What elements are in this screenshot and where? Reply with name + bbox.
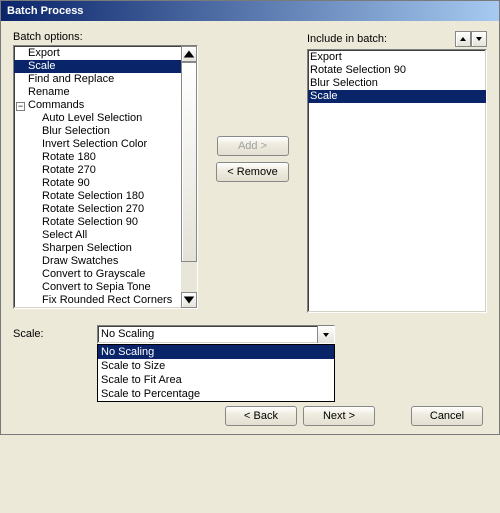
tree-item[interactable]: Rotate 90 xyxy=(14,177,181,190)
tree-item-label: Rotate Selection 180 xyxy=(42,190,144,202)
tree-item[interactable]: Rotate Selection 270 xyxy=(14,203,181,216)
tree-item-label: Rotate Selection 90 xyxy=(42,216,138,228)
add-button[interactable]: Add > xyxy=(217,136,289,156)
tree-item[interactable]: Sharpen Selection xyxy=(14,242,181,255)
tree-item-label: Draw Swatches xyxy=(42,255,118,267)
list-item[interactable]: Rotate Selection 90 xyxy=(308,64,486,77)
batch-options-scrollbar[interactable] xyxy=(181,46,197,308)
tree-item-label: Blur Selection xyxy=(42,125,110,137)
list-item[interactable]: Blur Selection xyxy=(308,77,486,90)
tree-item-label: Set ALT Text xyxy=(42,307,103,308)
scroll-up-button[interactable] xyxy=(181,46,197,62)
scale-combo[interactable]: No Scaling xyxy=(97,325,335,344)
tree-item-label: Fix Rounded Rect Corners xyxy=(42,294,172,306)
tree-item-label: Commands xyxy=(28,99,84,111)
tree-item[interactable]: Rotate 270 xyxy=(14,164,181,177)
tree-item-label: Rotate 90 xyxy=(42,177,90,189)
remove-button[interactable]: < Remove xyxy=(216,162,288,182)
batch-options-list[interactable]: ExportScaleFind and ReplaceRename−Comman… xyxy=(13,45,198,309)
cancel-button[interactable]: Cancel xyxy=(411,406,483,426)
tree-item-label: Rotate 180 xyxy=(42,151,96,163)
tree-item[interactable]: Auto Level Selection xyxy=(14,112,181,125)
tree-item-label: Invert Selection Color xyxy=(42,138,147,150)
scale-combo-dropdown[interactable]: No ScalingScale to SizeScale to Fit Area… xyxy=(97,344,335,402)
move-down-button[interactable] xyxy=(471,31,487,47)
tree-item[interactable]: Find and Replace xyxy=(14,73,181,86)
list-item[interactable]: Scale xyxy=(308,90,486,103)
tree-item[interactable]: Export xyxy=(14,47,181,60)
tree-item-label: Export xyxy=(28,47,60,59)
combo-option[interactable]: Scale to Fit Area xyxy=(98,373,334,387)
move-up-button[interactable] xyxy=(455,31,471,47)
combo-option[interactable]: Scale to Percentage xyxy=(98,387,334,401)
tree-item-label: Scale xyxy=(28,60,56,72)
scale-combo-value: No Scaling xyxy=(98,326,317,343)
batch-process-dialog: Batch Process Batch options: ExportScale… xyxy=(0,0,500,435)
tree-item[interactable]: Invert Selection Color xyxy=(14,138,181,151)
collapse-icon[interactable]: − xyxy=(16,102,25,111)
tree-item[interactable]: Select All xyxy=(14,229,181,242)
include-in-batch-label: Include in batch: xyxy=(307,33,387,45)
dialog-content: Batch options: ExportScaleFind and Repla… xyxy=(1,21,499,434)
next-button[interactable]: Next > xyxy=(303,406,375,426)
tree-item[interactable]: Convert to Sepia Tone xyxy=(14,281,181,294)
tree-item-label: Convert to Grayscale xyxy=(42,268,145,280)
tree-group[interactable]: −Commands xyxy=(14,99,181,112)
combo-option[interactable]: No Scaling xyxy=(98,345,334,359)
tree-item-label: Auto Level Selection xyxy=(42,112,142,124)
tree-item[interactable]: Blur Selection xyxy=(14,125,181,138)
tree-item[interactable]: Rename xyxy=(14,86,181,99)
tree-item-label: Rotate 270 xyxy=(42,164,96,176)
back-button[interactable]: < Back xyxy=(225,406,297,426)
combo-option[interactable]: Scale to Size xyxy=(98,359,334,373)
scroll-down-button[interactable] xyxy=(181,292,197,308)
tree-item-label: Rename xyxy=(28,86,70,98)
tree-item[interactable]: Rotate Selection 180 xyxy=(14,190,181,203)
window-title: Batch Process xyxy=(7,5,83,17)
tree-item-label: Sharpen Selection xyxy=(42,242,132,254)
tree-item-label: Select All xyxy=(42,229,87,241)
reorder-buttons xyxy=(455,31,487,47)
tree-item[interactable]: Set ALT Text xyxy=(14,307,181,308)
tree-item[interactable]: Rotate Selection 90 xyxy=(14,216,181,229)
tree-item[interactable]: Rotate 180 xyxy=(14,151,181,164)
tree-item-label: Rotate Selection 270 xyxy=(42,203,144,215)
tree-item-label: Convert to Sepia Tone xyxy=(42,281,151,293)
tree-item[interactable]: Fix Rounded Rect Corners xyxy=(14,294,181,307)
scale-label: Scale: xyxy=(13,325,97,340)
tree-item[interactable]: Scale xyxy=(14,60,181,73)
batch-options-label: Batch options: xyxy=(13,31,198,43)
list-item[interactable]: Export xyxy=(308,51,486,64)
scroll-thumb[interactable] xyxy=(181,62,197,262)
include-in-batch-list[interactable]: ExportRotate Selection 90Blur SelectionS… xyxy=(307,49,487,313)
titlebar: Batch Process xyxy=(1,1,499,21)
tree-item[interactable]: Convert to Grayscale xyxy=(14,268,181,281)
tree-item-label: Find and Replace xyxy=(28,73,114,85)
tree-item[interactable]: Draw Swatches xyxy=(14,255,181,268)
chevron-down-icon[interactable] xyxy=(317,326,334,343)
